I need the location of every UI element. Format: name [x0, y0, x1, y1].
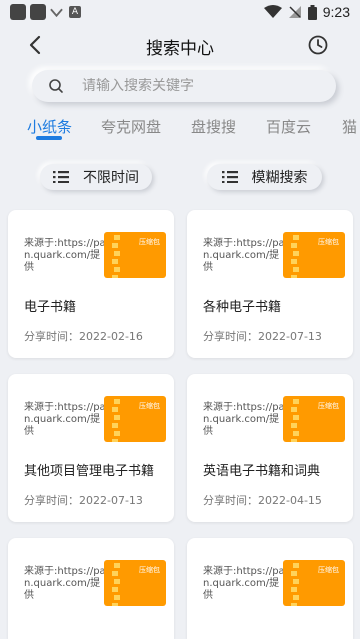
search-input[interactable]	[82, 78, 302, 94]
tab-quark[interactable]: 夸克网盘	[101, 116, 161, 137]
battery-icon	[307, 4, 317, 20]
result-card[interactable]: 来源于:https://pan.quark.com/提供 压缩包	[8, 538, 174, 639]
result-card[interactable]: 来源于:https://pan.quark.com/提供 压缩包 其他项目管理电…	[8, 374, 174, 522]
zipper-icon	[112, 396, 122, 442]
card-title: 其他项目管理电子书籍	[24, 464, 155, 479]
card-source: 来源于:https://pan.quark.com/提供	[203, 566, 285, 601]
archive-thumbnail: 压缩包	[283, 560, 345, 606]
signal-icon	[288, 6, 301, 18]
card-source: 来源于:https://pan.quark.com/提供	[24, 566, 106, 601]
card-date: 分享时间：2022-07-13	[24, 494, 143, 507]
notification-glyph-icon	[50, 6, 63, 19]
mode-filter-button[interactable]: 模糊搜索	[207, 164, 322, 190]
result-card[interactable]: 来源于:https://pan.quark.com/提供 压缩包 英语电子书籍和…	[187, 374, 353, 522]
archive-thumbnail: 压缩包	[283, 232, 345, 278]
result-card[interactable]: 来源于:https://pan.quark.com/提供 压缩包 各种电子书籍 …	[187, 210, 353, 358]
result-card[interactable]: 来源于:https://pan.quark.com/提供 压缩包	[187, 538, 353, 639]
thumb-label: 压缩包	[139, 566, 160, 574]
card-source: 来源于:https://pan.quark.com/提供	[203, 402, 285, 437]
card-source: 来源于:https://pan.quark.com/提供	[203, 238, 285, 273]
thumb-label: 压缩包	[139, 402, 160, 410]
notification-badge-icon: A	[69, 6, 81, 18]
search-icon	[49, 79, 63, 93]
header: 搜索中心	[0, 28, 360, 62]
wifi-icon	[263, 5, 282, 18]
zipper-icon	[291, 396, 301, 442]
card-date: 分享时间：2022-07-13	[203, 330, 322, 343]
zipper-icon	[112, 560, 122, 606]
time-filter-button[interactable]: 不限时间	[40, 164, 152, 190]
clock-icon	[308, 35, 328, 55]
card-source: 来源于:https://pan.quark.com/提供	[24, 402, 106, 437]
status-time: 9:23	[322, 4, 350, 20]
zipper-icon	[291, 232, 301, 278]
archive-thumbnail: 压缩包	[283, 396, 345, 442]
notification-app-icon-2	[30, 4, 46, 20]
thumb-label: 压缩包	[318, 238, 339, 246]
search-box[interactable]	[32, 70, 336, 102]
time-filter-label: 不限时间	[83, 170, 139, 186]
archive-thumbnail: 压缩包	[104, 560, 166, 606]
history-button[interactable]	[306, 33, 330, 57]
result-card[interactable]: 来源于:https://pan.quark.com/提供 压缩包 电子书籍 分享…	[8, 210, 174, 358]
list-icon	[53, 171, 69, 183]
card-source: 来源于:https://pan.quark.com/提供	[24, 238, 106, 273]
thumb-label: 压缩包	[318, 566, 339, 574]
tab-pansousou[interactable]: 盘搜搜	[191, 116, 236, 137]
card-title: 各种电子书籍	[203, 300, 282, 315]
archive-thumbnail: 压缩包	[104, 396, 166, 442]
tab-more[interactable]: 猫	[342, 116, 357, 137]
card-date: 分享时间：2022-04-15	[203, 494, 322, 507]
zipper-icon	[112, 232, 122, 278]
thumb-label: 压缩包	[139, 238, 160, 246]
mode-filter-label: 模糊搜索	[251, 170, 308, 186]
card-title: 电子书籍	[24, 300, 77, 315]
tab-active-indicator	[36, 136, 62, 140]
notification-app-icon	[10, 4, 26, 20]
list-icon	[221, 171, 238, 183]
zipper-icon	[291, 560, 301, 606]
archive-thumbnail: 压缩包	[104, 232, 166, 278]
tab-baiduyun[interactable]: 百度云	[266, 116, 311, 137]
tab-xiaozhitiao[interactable]: 小纸条	[27, 116, 72, 137]
thumb-label: 压缩包	[318, 402, 339, 410]
status-bar: A 9:23	[0, 0, 360, 24]
card-date: 分享时间：2022-02-16	[24, 330, 143, 343]
card-title: 英语电子书籍和词典	[203, 464, 321, 479]
